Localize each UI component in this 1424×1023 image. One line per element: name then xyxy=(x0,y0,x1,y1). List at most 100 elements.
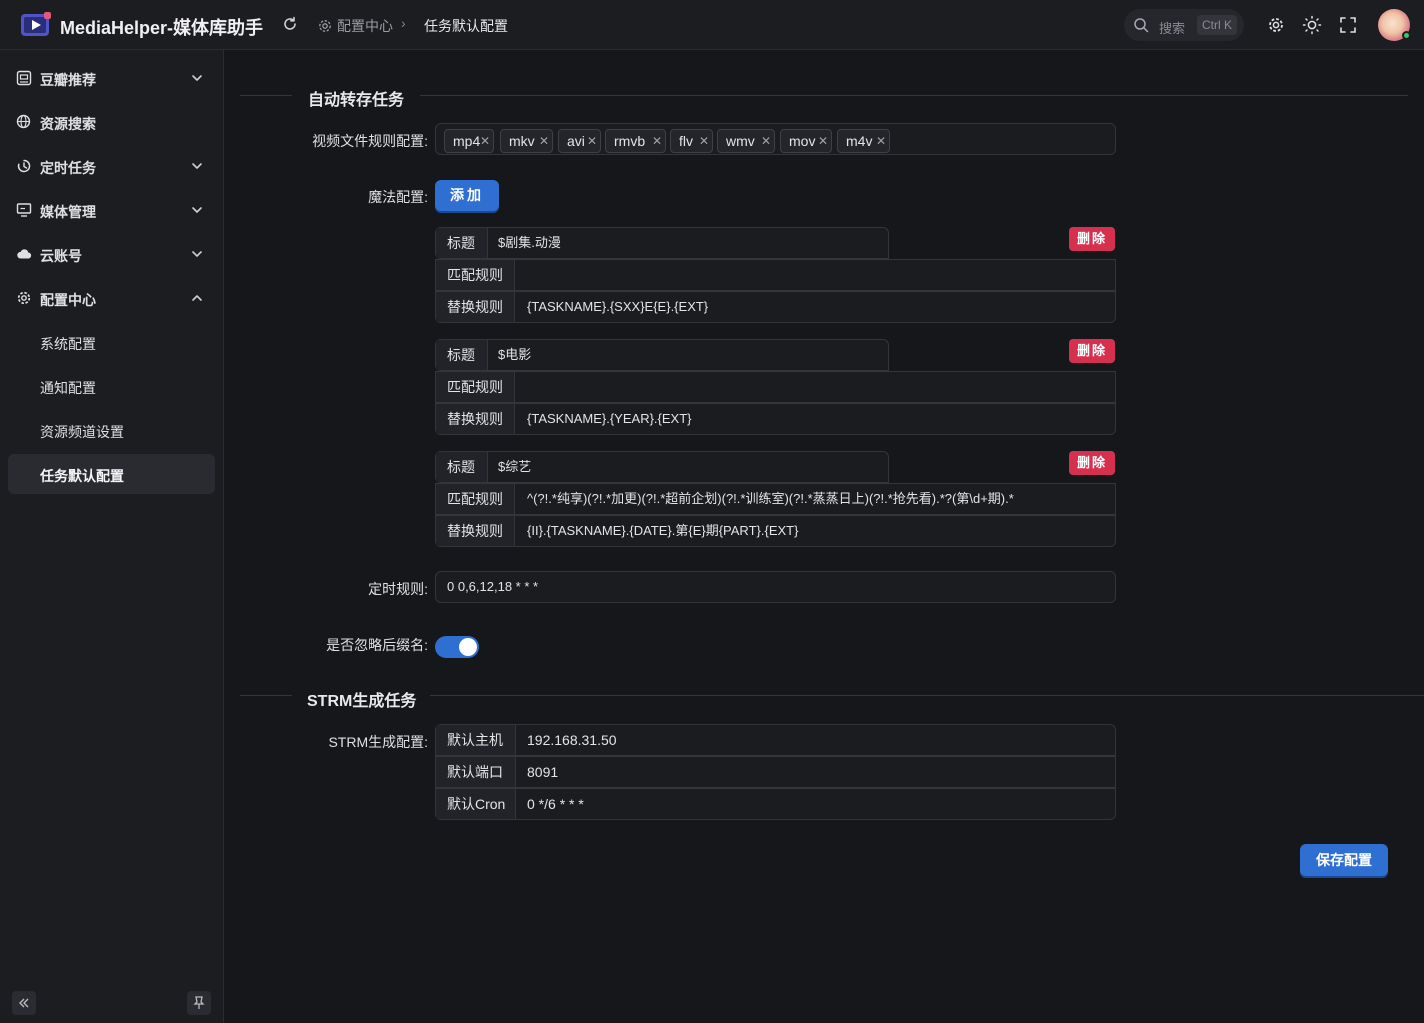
field-value: {II}.{TASKNAME}.{DATE}.第{E}期{PART}.{EXT} xyxy=(527,523,799,538)
close-icon[interactable]: ✕ xyxy=(761,130,771,152)
extension-tag: flv ✕ xyxy=(670,129,713,153)
close-icon[interactable]: ✕ xyxy=(539,130,549,152)
rule-match-input[interactable]: 匹配规则 xyxy=(435,371,1116,403)
field-prefix-label: 默认端口 xyxy=(436,757,516,787)
ignore-ext-label: 是否忽略后缀名: xyxy=(326,637,428,653)
add-magic-rule-button[interactable]: 添加 xyxy=(435,180,499,211)
theme-sun-icon[interactable] xyxy=(1302,15,1322,35)
close-icon[interactable]: ✕ xyxy=(876,130,886,152)
strm-field-input[interactable]: 默认端口 8091 xyxy=(435,756,1116,788)
extension-tag: mov ✕ xyxy=(780,129,832,153)
breadcrumb-label: 配置中心 xyxy=(337,18,393,34)
online-status-dot xyxy=(1402,31,1411,40)
cron-label: 定时规则: xyxy=(368,581,428,597)
extension-tag: wmv ✕ xyxy=(717,129,775,153)
close-icon[interactable]: ✕ xyxy=(587,130,597,152)
rule-title-input[interactable]: 标题 $电影 xyxy=(435,339,889,371)
delete-rule-button[interactable]: 删除 xyxy=(1069,451,1115,475)
cron-value: 0 0,6,12,18 * * * xyxy=(447,579,539,594)
field-prefix-label: 替换规则 xyxy=(436,292,515,322)
sidebar-item-task-defaults[interactable]: 任务默认配置 xyxy=(8,454,215,494)
field-value: {TASKNAME}.{YEAR}.{EXT} xyxy=(527,411,692,426)
section-divider xyxy=(240,95,292,96)
sidebar-item-label: 媒体管理 xyxy=(40,204,96,220)
section-title-strm: STRM生成任务 xyxy=(307,693,417,710)
field-prefix-label: 替换规则 xyxy=(436,516,515,546)
gear-icon xyxy=(319,20,331,32)
extension-tag-label: mov xyxy=(789,133,816,149)
sidebar-item-label: 系统配置 xyxy=(40,336,96,352)
refresh-icon[interactable] xyxy=(281,15,299,33)
app-title: MediaHelper-媒体库助手 xyxy=(60,18,264,38)
rule-match-input[interactable]: 匹配规则 ^(?!.*纯享)(?!.*加更)(?!.*超前企划)(?!.*训练室)… xyxy=(435,483,1116,515)
sidebar-item-label: 豆瓣推荐 xyxy=(40,72,96,88)
rule-match-input[interactable]: 匹配规则 xyxy=(435,259,1116,291)
rule-replace-input[interactable]: 替换规则 {II}.{TASKNAME}.{DATE}.第{E}期{PART}.{… xyxy=(435,515,1116,547)
close-icon[interactable]: ✕ xyxy=(699,130,709,152)
close-icon[interactable]: ✕ xyxy=(818,130,828,152)
extension-tag-label: avi xyxy=(567,133,585,149)
field-value: $剧集.动漫 xyxy=(498,235,561,250)
close-icon[interactable]: ✕ xyxy=(480,130,490,152)
sidebar-item-cloud-account[interactable]: 云账号 xyxy=(8,234,215,274)
double-chevron-left-icon xyxy=(19,998,29,1008)
fullscreen-icon[interactable] xyxy=(1338,15,1358,35)
sidebar-item-scheduled-tasks[interactable]: 定时任务 xyxy=(8,146,215,186)
field-value: 0 */6 * * * xyxy=(527,796,584,812)
rule-title-input[interactable]: 标题 $综艺 xyxy=(435,451,889,483)
rule-replace-input[interactable]: 替换规则 {TASKNAME}.{YEAR}.{EXT} xyxy=(435,403,1116,435)
rule-title-input[interactable]: 标题 $剧集.动漫 xyxy=(435,227,889,259)
gear-icon xyxy=(17,291,31,305)
chevron-down-icon xyxy=(192,75,202,81)
breadcrumb-config-center[interactable]: 配置中心 xyxy=(318,16,393,36)
sidebar-item-media-management[interactable]: 媒体管理 xyxy=(8,190,215,230)
collapse-sidebar-button[interactable] xyxy=(12,991,36,1015)
extension-tag-label: mp4 xyxy=(453,133,481,149)
search-box[interactable]: 搜索 Ctrl K xyxy=(1124,9,1244,41)
sidebar-item-douban[interactable]: 豆瓣推荐 xyxy=(8,58,215,98)
ignore-ext-toggle[interactable] xyxy=(435,636,479,658)
sidebar-item-label: 资源频道设置 xyxy=(40,424,124,440)
section-divider xyxy=(420,95,1408,96)
top-header: MediaHelper-媒体库助手 配置中心 › 任务默认配置 搜索 Ctrl … xyxy=(0,0,1424,50)
sidebar-item-channel-settings[interactable]: 资源频道设置 xyxy=(8,410,215,450)
extension-tag: m4v ✕ xyxy=(837,129,890,153)
delete-rule-button[interactable]: 删除 xyxy=(1069,227,1115,251)
sidebar-item-config-center[interactable]: 配置中心 xyxy=(8,278,215,318)
extension-tag: rmvb ✕ xyxy=(605,129,666,153)
breadcrumb-current: 任务默认配置 xyxy=(424,18,508,34)
save-config-button[interactable]: 保存配置 xyxy=(1300,844,1388,876)
pin-sidebar-button[interactable] xyxy=(187,991,211,1015)
app-logo-icon xyxy=(21,12,51,36)
field-prefix-label: 匹配规则 xyxy=(436,484,515,514)
close-icon[interactable]: ✕ xyxy=(652,130,662,152)
douban-icon xyxy=(16,70,32,86)
strm-field-input[interactable]: 默认主机 192.168.31.50 xyxy=(435,724,1116,756)
delete-rule-button[interactable]: 删除 xyxy=(1069,339,1115,363)
sidebar-item-label: 资源搜索 xyxy=(40,116,96,132)
extension-tag-label: wmv xyxy=(726,133,755,149)
section-divider xyxy=(240,695,292,696)
sidebar-item-label: 任务默认配置 xyxy=(40,468,124,484)
cron-input[interactable]: 0 0,6,12,18 * * * xyxy=(435,571,1116,603)
sidebar-item-notify-config[interactable]: 通知配置 xyxy=(8,366,215,406)
strm-config-label: STRM生成配置: xyxy=(328,734,428,750)
field-prefix-label: 默认Cron xyxy=(436,789,516,819)
extension-tag-label: flv xyxy=(679,133,693,149)
field-prefix-label: 匹配规则 xyxy=(436,260,515,290)
extension-tag: avi ✕ xyxy=(558,129,601,153)
pin-icon xyxy=(193,996,205,1009)
sidebar-item-resource-search[interactable]: 资源搜索 xyxy=(8,102,215,142)
rule-replace-input[interactable]: 替换规则 {TASKNAME}.{SXX}E{E}.{EXT} xyxy=(435,291,1116,323)
strm-field-input[interactable]: 默认Cron 0 */6 * * * xyxy=(435,788,1116,820)
section-title-auto-transfer: 自动转存任务 xyxy=(308,92,405,109)
sidebar-item-system-config[interactable]: 系统配置 xyxy=(8,322,215,362)
sidebar-item-label: 云账号 xyxy=(40,248,82,264)
field-value: $电影 xyxy=(498,347,532,362)
field-value: $综艺 xyxy=(498,459,532,474)
settings-icon[interactable] xyxy=(1266,15,1286,35)
media-icon xyxy=(16,203,32,217)
field-prefix-label: 默认主机 xyxy=(436,725,516,755)
search-shortcut: Ctrl K xyxy=(1197,15,1237,35)
cloud-icon xyxy=(17,249,32,259)
